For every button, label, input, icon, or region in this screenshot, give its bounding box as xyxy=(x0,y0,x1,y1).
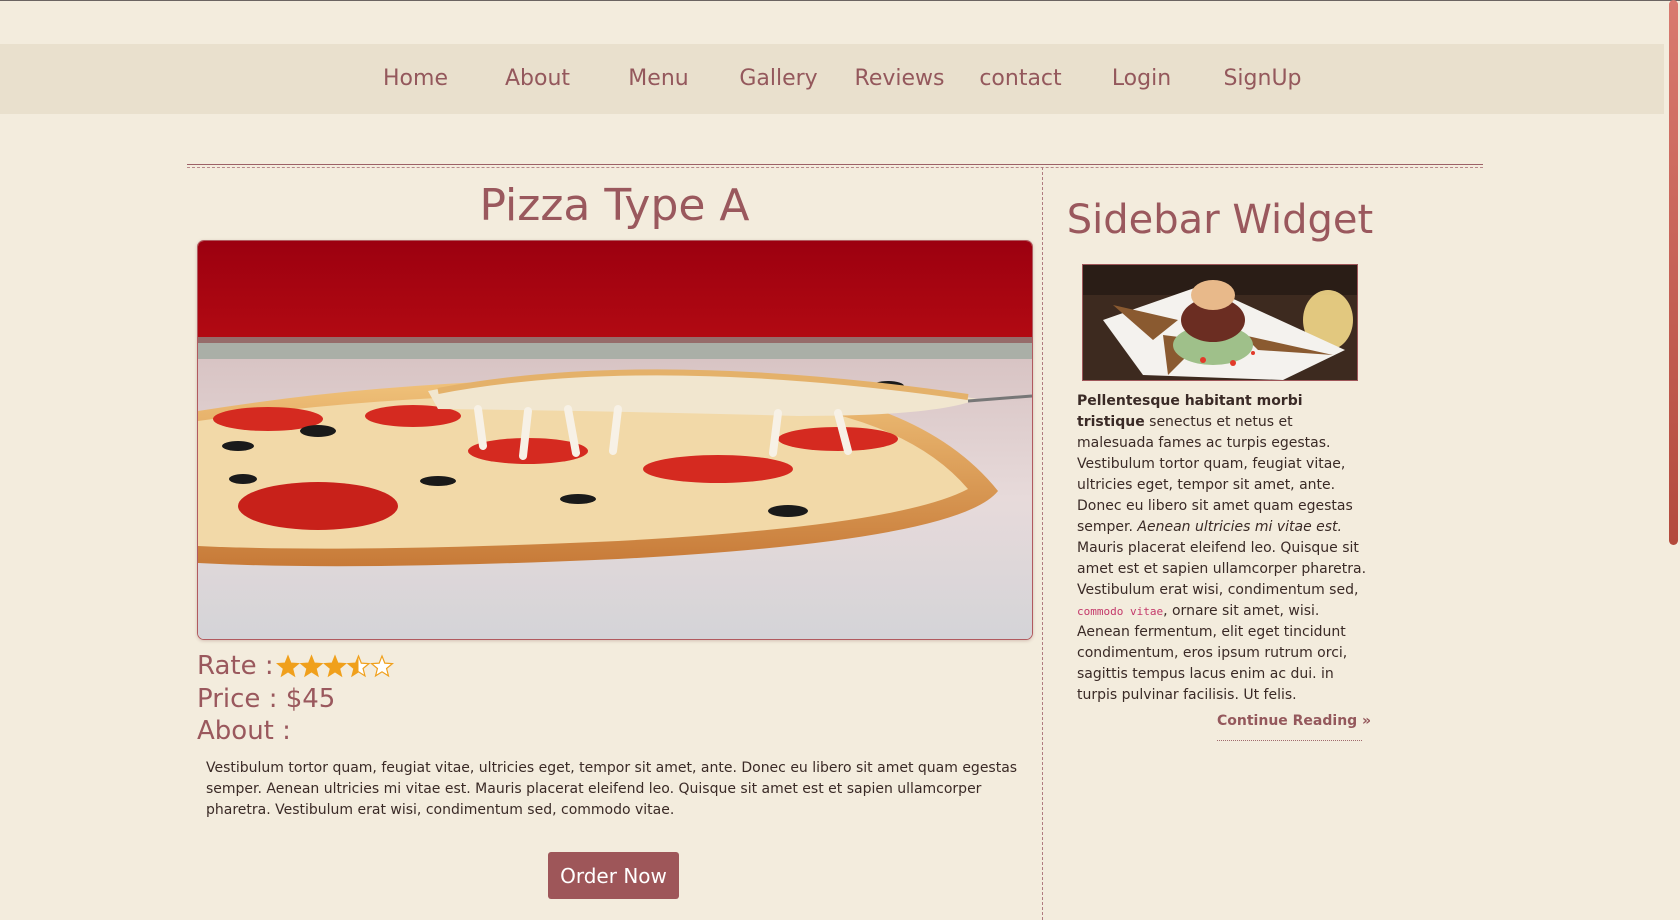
pizza-image xyxy=(197,240,1033,640)
sidebar-text-part2: Mauris placerat eleifend leo. Quisque si… xyxy=(1077,540,1367,598)
nav-login[interactable]: Login xyxy=(1081,66,1202,91)
star-icon xyxy=(346,654,371,678)
main-nav: Home About Menu Gallery Reviews contact … xyxy=(0,44,1664,114)
nav-signup[interactable]: SignUp xyxy=(1202,66,1323,91)
nav-reviews[interactable]: Reviews xyxy=(839,66,960,91)
star-icon xyxy=(322,654,348,678)
order-now-button[interactable]: Order Now xyxy=(548,852,679,899)
content-divider xyxy=(187,164,1483,168)
about-label: About : xyxy=(197,716,291,746)
star-icon xyxy=(275,654,301,678)
scrollbar-thumb[interactable] xyxy=(1669,0,1678,545)
rate-label: Rate : xyxy=(197,651,274,681)
sidebar-text-italic: Aenean ultricies mi vitae est. xyxy=(1137,519,1342,535)
sidebar-text-part1: senectus et netus et malesuada fames ac … xyxy=(1077,414,1353,535)
nav-gallery[interactable]: Gallery xyxy=(718,66,839,91)
column-divider xyxy=(1042,167,1043,920)
sidebar-text-code: commodo vitae xyxy=(1077,605,1164,618)
continue-reading-link[interactable]: Continue Reading » xyxy=(1217,713,1371,741)
star-icon xyxy=(369,654,395,678)
rating-stars xyxy=(275,652,396,682)
nav-about[interactable]: About xyxy=(477,66,598,91)
price-label: Price : $45 xyxy=(197,684,336,714)
sidebar-text: Pellentesque habitant morbi tristique se… xyxy=(1077,391,1367,706)
nav-contact[interactable]: contact xyxy=(960,66,1081,91)
sidebar-text-part3: , ornare sit amet, wisi. Aenean fermentu… xyxy=(1077,603,1348,703)
sidebar-title: Sidebar Widget xyxy=(1066,197,1374,243)
sidebar-dish-image xyxy=(1082,264,1358,381)
product-description: Vestibulum tortor quam, feugiat vitae, u… xyxy=(206,760,1018,818)
star-icon xyxy=(299,654,324,678)
nav-home[interactable]: Home xyxy=(355,66,476,91)
top-border xyxy=(0,0,1680,1)
nav-menu[interactable]: Menu xyxy=(598,66,719,91)
product-title: Pizza Type A xyxy=(479,180,750,231)
